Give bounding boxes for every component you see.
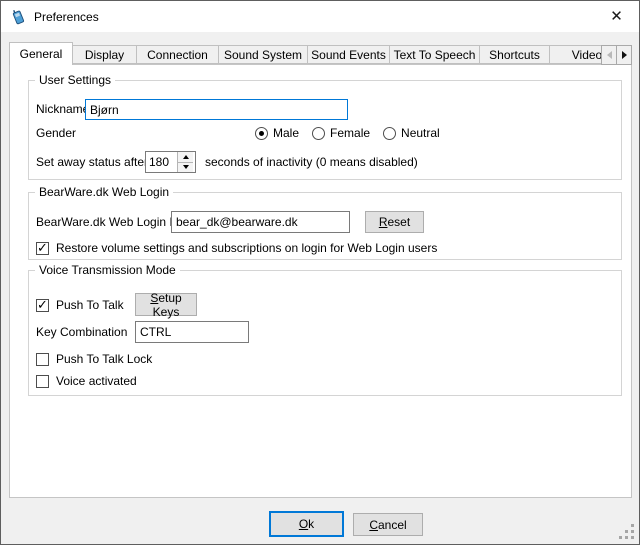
radio-male-icon xyxy=(255,127,268,140)
user-settings-group: User Settings Nickname Gender Male Femal… xyxy=(28,80,622,180)
tab-general[interactable]: General xyxy=(9,42,73,65)
voice-activated-label: Voice activated xyxy=(56,374,137,388)
push-to-talk-label: Push To Talk xyxy=(56,298,124,312)
away-after-label: Set away status after xyxy=(36,151,148,173)
tab-display[interactable]: Display xyxy=(72,45,137,64)
key-combination-input[interactable] xyxy=(135,321,249,343)
radio-neutral-icon xyxy=(383,127,396,140)
push-to-talk-lock-checkbox[interactable] xyxy=(36,353,49,366)
push-to-talk-checkbox-row[interactable]: Push To Talk xyxy=(36,298,124,312)
tab-text-to-speech[interactable]: Text To Speech xyxy=(389,45,480,64)
web-login-id-label: BearWare.dk Web Login ID xyxy=(36,211,181,233)
tab-sound-events[interactable]: Sound Events xyxy=(307,45,390,64)
gender-option-neutral[interactable]: Neutral xyxy=(383,126,440,140)
gender-option-female[interactable]: Female xyxy=(312,126,370,140)
preferences-dialog: Preferences ✕ General Display Connection… xyxy=(0,0,640,545)
tab-scroll-left-button[interactable] xyxy=(601,45,617,65)
push-to-talk-checkbox[interactable] xyxy=(36,299,49,312)
spin-up-icon xyxy=(183,155,189,159)
restore-volume-checkbox[interactable] xyxy=(36,242,49,255)
restore-volume-checkbox-row[interactable]: Restore volume settings and subscription… xyxy=(36,241,437,255)
scroll-left-icon xyxy=(607,51,612,59)
teamtalk-app-icon xyxy=(10,8,27,25)
reset-button[interactable]: Reset xyxy=(365,211,424,233)
close-button[interactable]: ✕ xyxy=(594,1,639,31)
nickname-input[interactable] xyxy=(85,99,348,120)
push-to-talk-lock-checkbox-row[interactable]: Push To Talk Lock xyxy=(36,352,152,366)
push-to-talk-lock-label: Push To Talk Lock xyxy=(56,352,152,366)
key-combination-label: Key Combination xyxy=(36,321,127,343)
gender-label: Gender xyxy=(36,126,76,140)
tab-scroll-right-button[interactable] xyxy=(616,45,632,65)
general-tab-page: User Settings Nickname Gender Male Femal… xyxy=(9,64,632,498)
scroll-right-icon xyxy=(622,51,627,59)
ok-button[interactable]: Ok xyxy=(269,511,344,537)
voice-transmission-group: Voice Transmission Mode Push To Talk Set… xyxy=(28,270,622,396)
nickname-label: Nickname xyxy=(36,99,89,120)
setup-keys-button[interactable]: Setup Keys xyxy=(135,293,197,316)
spin-up-button[interactable] xyxy=(178,152,193,163)
resize-grip-icon[interactable] xyxy=(618,524,634,540)
user-settings-group-title: User Settings xyxy=(35,73,115,87)
cancel-button[interactable]: Cancel xyxy=(353,513,423,536)
radio-neutral-label: Neutral xyxy=(401,126,440,140)
voice-activated-checkbox[interactable] xyxy=(36,375,49,388)
voice-transmission-group-title: Voice Transmission Mode xyxy=(35,263,180,277)
radio-male-label: Male xyxy=(273,126,299,140)
gender-radio-group: Male Female Neutral xyxy=(255,126,440,140)
tab-connection[interactable]: Connection xyxy=(136,45,219,64)
voice-activated-checkbox-row[interactable]: Voice activated xyxy=(36,374,137,388)
radio-female-icon xyxy=(312,127,325,140)
away-seconds-spinner[interactable] xyxy=(145,151,196,173)
tab-bar: General Display Connection Sound System … xyxy=(9,42,625,65)
web-login-id-input[interactable] xyxy=(171,211,350,233)
web-login-group-title: BearWare.dk Web Login xyxy=(35,185,173,199)
spin-down-button[interactable] xyxy=(178,163,193,173)
gender-option-male[interactable]: Male xyxy=(255,126,299,140)
tab-shortcuts[interactable]: Shortcuts xyxy=(479,45,550,64)
spin-down-icon xyxy=(183,165,189,169)
tab-sound-system[interactable]: Sound System xyxy=(218,45,308,64)
away-suffix-label: seconds of inactivity (0 means disabled) xyxy=(205,151,418,173)
restore-volume-label: Restore volume settings and subscription… xyxy=(56,241,437,255)
radio-female-label: Female xyxy=(330,126,370,140)
spinner-buttons xyxy=(177,152,193,172)
web-login-group: BearWare.dk Web Login BearWare.dk Web Lo… xyxy=(28,192,622,260)
titlebar: Preferences ✕ xyxy=(1,1,639,32)
away-seconds-input[interactable] xyxy=(146,152,177,172)
window-title: Preferences xyxy=(34,10,99,24)
